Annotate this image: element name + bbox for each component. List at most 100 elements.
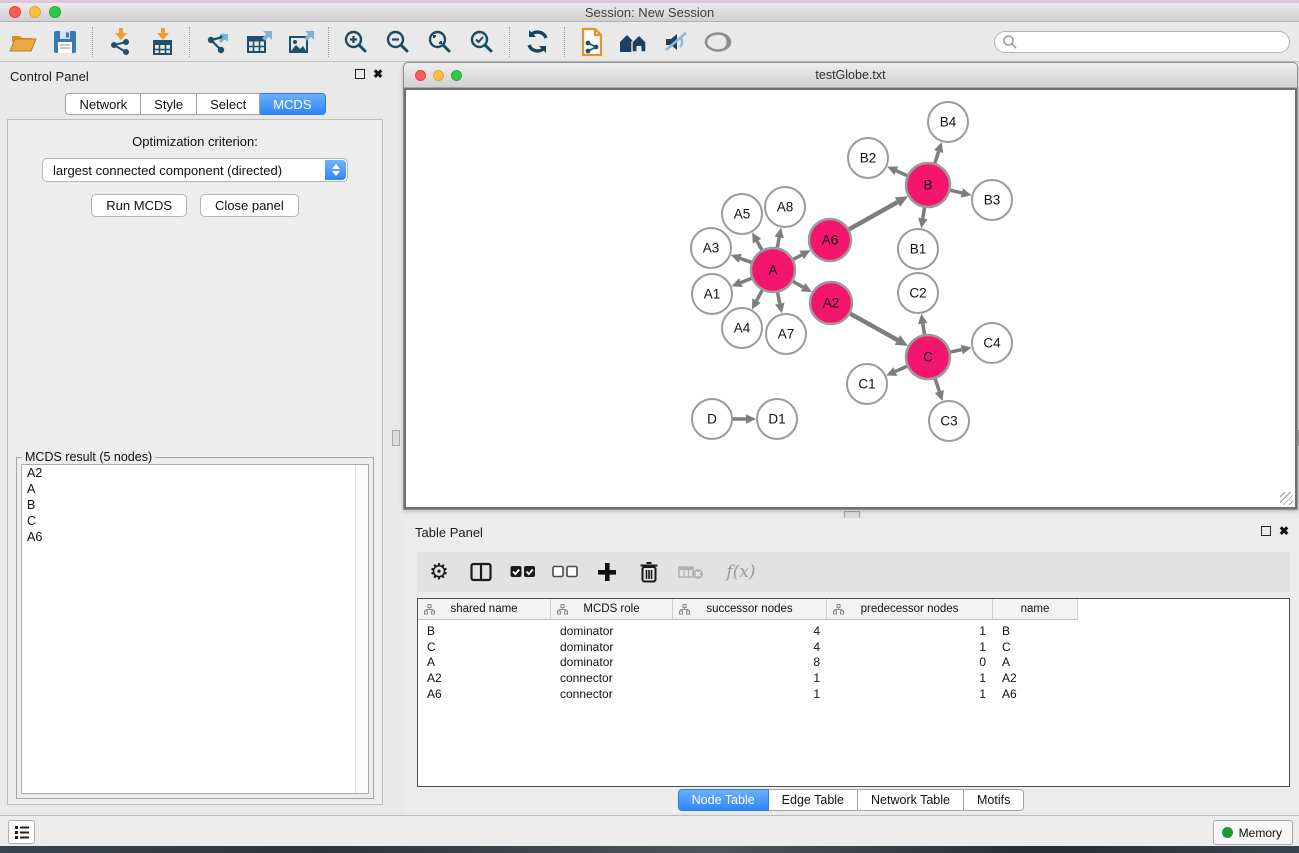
edge-C-C4[interactable] (950, 350, 961, 352)
cell-predecessor-nodes: 1 (827, 671, 993, 685)
float-table-panel-icon[interactable] (1261, 526, 1271, 536)
delete-columns-button[interactable] (635, 557, 663, 587)
export-image-button[interactable] (280, 25, 322, 59)
edge-B-B2[interactable] (896, 171, 907, 176)
create-column-button[interactable] (593, 557, 621, 587)
float-panel-icon[interactable] (355, 69, 365, 79)
edge-A-A3[interactable] (740, 258, 751, 262)
zoom-selected-button[interactable] (461, 25, 503, 59)
column-header-MCDS-role[interactable]: MCDS role (551, 599, 673, 620)
select-all-columns-button[interactable] (509, 557, 537, 587)
edge-A-A8[interactable] (777, 237, 779, 247)
zoom-selected-icon (469, 29, 495, 55)
search-input[interactable] (1018, 33, 1289, 51)
edge-B-B3[interactable] (950, 190, 961, 193)
apply-layout-button[interactable] (516, 25, 558, 59)
zoom-out-button[interactable] (377, 25, 419, 59)
close-panel-button[interactable]: Close panel (200, 194, 299, 217)
node-label-D1: D1 (768, 412, 785, 427)
deselect-all-columns-button[interactable] (551, 557, 579, 587)
toolbar-search-field[interactable] (994, 31, 1290, 53)
column-header-predecessor-nodes[interactable]: predecessor nodes (827, 599, 993, 620)
cell-shared-name: A2 (418, 671, 551, 685)
mcds-result-title: MCDS result (5 nodes) (22, 450, 155, 464)
result-item-a[interactable]: A (22, 481, 368, 497)
table-panel-tabs: Node TableEdge TableNetwork TableMotifs (403, 789, 1299, 811)
unchecked-checkboxes-icon (552, 565, 578, 579)
network-graph[interactable]: B4B2BB3A5A8A6A3B1AA1C2A2A4A7CC4C1C3DD1 (406, 90, 1296, 509)
edge-C-C3[interactable] (935, 379, 939, 392)
edge-C-C1[interactable] (895, 366, 907, 371)
edge-A-A1[interactable] (741, 278, 752, 282)
node-table[interactable]: shared nameMCDS rolesuccessor nodesprede… (417, 598, 1290, 787)
edge-A-A4[interactable] (757, 290, 763, 300)
tab-select[interactable]: Select (197, 93, 260, 115)
tab-mcds[interactable]: MCDS (260, 93, 325, 115)
zoom-fit-button[interactable] (419, 25, 461, 59)
edge-A6-B[interactable] (849, 202, 897, 229)
cell-name: A (993, 655, 1078, 669)
criterion-dropdown[interactable]: largest connected component (directed) (42, 158, 348, 182)
show-panels-button[interactable] (8, 820, 35, 844)
arrowhead-C-C3 (935, 390, 944, 401)
table-tab-edge-table[interactable]: Edge Table (769, 789, 858, 811)
edge-C-C2[interactable] (923, 324, 925, 335)
first-neighbors-button[interactable] (613, 25, 655, 59)
result-item-c[interactable]: C (22, 513, 368, 529)
table-settings-button[interactable]: ⚙ (425, 557, 453, 587)
cell-successor-nodes: 1 (673, 671, 827, 685)
result-item-a2[interactable]: A2 (22, 465, 368, 481)
vertical-splitter-grip[interactable] (392, 430, 400, 446)
table-panel-title: Table Panel (415, 525, 483, 540)
tab-network[interactable]: Network (65, 93, 141, 115)
delete-table-button[interactable] (677, 557, 705, 587)
table-row[interactable]: Adominator80A (418, 655, 1289, 671)
table-row[interactable]: Cdominator41C (418, 639, 1289, 655)
tab-style[interactable]: Style (141, 93, 197, 115)
control-panel-header: Control Panel ✖ (0, 62, 391, 88)
result-list-scrollbar[interactable] (355, 465, 368, 793)
column-view-button[interactable] (467, 557, 495, 587)
run-mcds-button[interactable]: Run MCDS (91, 194, 187, 217)
open-folder-icon (9, 30, 37, 54)
table-tab-network-table[interactable]: Network Table (858, 789, 964, 811)
close-panel-icon[interactable]: ✖ (373, 69, 383, 79)
edge-B-B4[interactable] (935, 152, 939, 164)
edge-A-A5[interactable] (757, 241, 762, 250)
fx-icon: f(x) (726, 562, 755, 582)
result-item-a6[interactable]: A6 (22, 529, 368, 545)
result-item-b[interactable]: B (22, 497, 368, 513)
window-resize-grip[interactable] (1280, 492, 1293, 505)
mcds-result-list[interactable]: A2ABCA6 (21, 464, 369, 794)
import-network-button[interactable] (99, 25, 141, 59)
table-row[interactable]: A6connector11A6 (418, 686, 1289, 702)
export-table-button[interactable] (238, 25, 280, 59)
open-session-button[interactable] (2, 25, 44, 59)
network-canvas[interactable]: B4B2BB3A5A8A6A3B1AA1C2A2A4A7CC4C1C3DD1 (404, 88, 1297, 509)
edge-A-A6[interactable] (793, 255, 801, 259)
column-header-shared-name[interactable]: shared name (418, 599, 551, 620)
table-row[interactable]: A2connector11A2 (418, 670, 1289, 686)
table-tab-node-table[interactable]: Node Table (678, 789, 769, 811)
function-builder-button[interactable]: f(x) (719, 557, 763, 587)
close-table-panel-icon[interactable]: ✖ (1279, 526, 1289, 536)
node-label-A2: A2 (823, 296, 840, 311)
save-session-button[interactable] (44, 25, 86, 59)
arrowhead-B-B3 (961, 188, 972, 197)
table-tab-motifs[interactable]: Motifs (964, 789, 1024, 811)
edge-B-B1[interactable] (923, 208, 925, 219)
column-header-name[interactable]: name (993, 599, 1078, 620)
zoom-in-button[interactable] (335, 25, 377, 59)
new-network-from-selection-button[interactable] (571, 25, 613, 59)
edge-A2-C[interactable] (850, 314, 897, 340)
import-table-button[interactable] (141, 25, 183, 59)
show-graphics-details-button[interactable] (697, 25, 739, 59)
node-label-C1: C1 (858, 377, 875, 392)
export-network-button[interactable] (196, 25, 238, 59)
column-header-successor-nodes[interactable]: successor nodes (673, 599, 827, 620)
hide-graphics-details-button[interactable] (655, 25, 697, 59)
edge-A-A2[interactable] (793, 281, 803, 287)
table-row[interactable]: Bdominator41B (418, 623, 1289, 639)
edge-A-A7[interactable] (778, 293, 780, 304)
memory-button[interactable]: Memory (1213, 820, 1293, 845)
